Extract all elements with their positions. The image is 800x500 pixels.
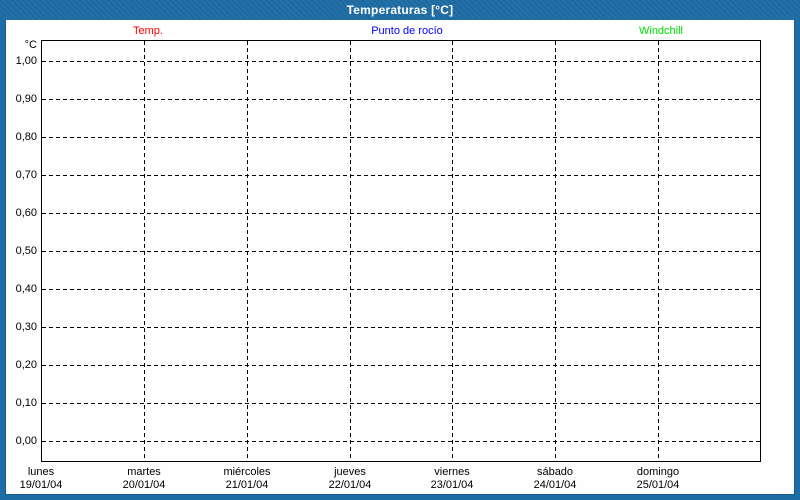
h-gridline: [42, 61, 760, 62]
plot-area: [41, 40, 761, 462]
y-tick-label: 0,90: [15, 93, 37, 105]
h-gridline: [42, 365, 760, 366]
h-gridline: [42, 213, 760, 214]
x-tick-date: 19/01/04: [19, 479, 63, 491]
x-tick-day: jueves: [334, 466, 366, 478]
legend-item-temp: Temp.: [133, 25, 163, 37]
y-tick-label: 1,00: [15, 55, 37, 67]
x-tick-day: sábado: [536, 466, 574, 478]
y-tick-label: 0,40: [15, 283, 37, 295]
h-gridline: [42, 289, 760, 290]
x-tick-date: 23/01/04: [430, 479, 474, 491]
x-tick-day: viernes: [434, 466, 470, 478]
x-tick-label: lunes 19/01/04: [0, 466, 89, 492]
legend-item-punto-de-rocio: Punto de rocío: [371, 25, 443, 37]
y-tick-label: 0,80: [15, 131, 37, 143]
v-gridline: [247, 41, 248, 461]
chart-window: Temperaturas [°C] Temp. Punto de rocío Win…: [0, 0, 800, 500]
v-gridline: [144, 41, 145, 461]
x-tick-date: 21/01/04: [225, 479, 269, 491]
x-tick-label: martes 20/01/04: [96, 466, 192, 492]
v-gridline: [350, 41, 351, 461]
x-tick-label: viernes 23/01/04: [404, 466, 500, 492]
h-gridline: [42, 441, 760, 442]
y-tick-label: 0,20: [15, 359, 37, 371]
x-tick-label: domingo 25/01/04: [610, 466, 706, 492]
y-tick-label: 0,00: [15, 435, 37, 447]
legend-item-windchill: Windchill: [638, 25, 684, 37]
x-tick-day: miércoles: [223, 466, 271, 478]
h-gridline: [42, 175, 760, 176]
y-tick-label: 0,70: [15, 169, 37, 181]
y-tick-label: 0,10: [15, 397, 37, 409]
x-tick-label: jueves 22/01/04: [302, 466, 398, 492]
chart-title: Temperaturas [°C]: [346, 3, 454, 17]
v-gridline: [452, 41, 453, 461]
x-tick-day: martes: [127, 466, 161, 478]
h-gridline: [42, 137, 760, 138]
x-tick-label: sábado 24/01/04: [507, 466, 603, 492]
h-gridline: [42, 403, 760, 404]
x-tick-date: 20/01/04: [122, 479, 166, 491]
x-tick-label: miércoles 21/01/04: [199, 466, 295, 492]
x-tick-date: 24/01/04: [533, 479, 577, 491]
x-tick-date: 22/01/04: [328, 479, 372, 491]
x-tick-day: lunes: [27, 466, 55, 478]
y-axis-unit-label: °C: [24, 39, 37, 51]
x-tick-day: domingo: [636, 466, 680, 478]
v-gridline: [658, 41, 659, 461]
y-tick-label: 0,60: [15, 207, 37, 219]
h-gridline: [42, 251, 760, 252]
x-tick-date: 25/01/04: [636, 479, 680, 491]
h-gridline: [42, 327, 760, 328]
y-tick-label: 0,30: [15, 321, 37, 333]
v-gridline: [555, 41, 556, 461]
chart-titlebar: Temperaturas [°C]: [0, 0, 800, 20]
chart-content-area: Temp. Punto de rocío Windchill °C 1,00 0,90…: [5, 20, 795, 495]
h-gridline: [42, 99, 760, 100]
y-tick-label: 0,50: [15, 245, 37, 257]
